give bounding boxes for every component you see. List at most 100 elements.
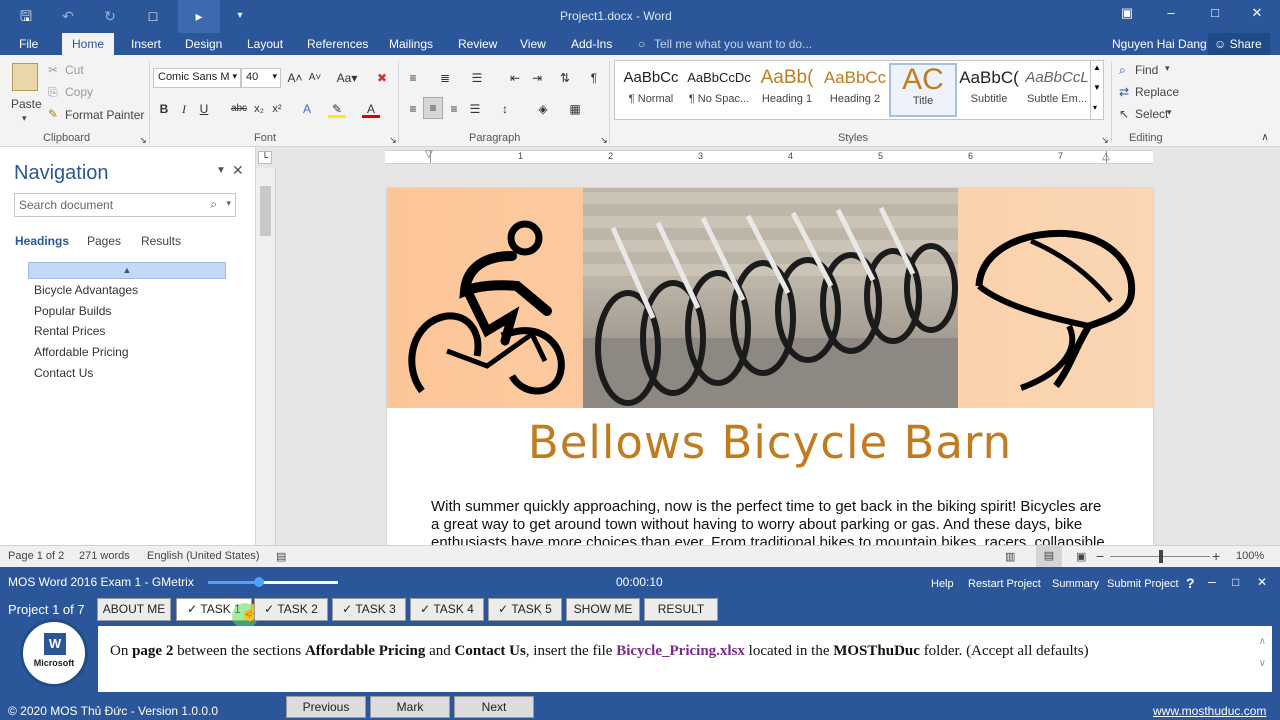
show-marks-icon[interactable]: ¶ xyxy=(585,69,603,87)
decrease-indent-icon[interactable]: ⇤ xyxy=(506,69,524,87)
paste-chevron-icon[interactable]: ▾ xyxy=(22,113,27,124)
font-size-combo[interactable]: 40 ▾ xyxy=(241,68,281,88)
page-count[interactable]: Page 1 of 2 xyxy=(8,550,64,562)
tab-mailings[interactable]: Mailings xyxy=(389,37,433,51)
result-button[interactable]: RESULT xyxy=(644,598,718,621)
close-icon[interactable]: ✕ xyxy=(1257,575,1267,589)
about-me-button[interactable]: ABOUT ME xyxy=(97,598,171,621)
customize-toolbar-icon[interactable]: ▾ xyxy=(230,6,250,26)
tab-references[interactable]: References xyxy=(307,37,368,51)
task-3-button[interactable]: ✓ TASK 3 xyxy=(332,598,406,621)
close-pane-icon[interactable]: ✕ xyxy=(232,162,244,179)
web-layout-icon[interactable]: ▣ xyxy=(1076,550,1086,563)
tab-file[interactable]: File xyxy=(19,37,38,51)
shading-icon[interactable]: ◈ xyxy=(534,100,552,118)
select-button[interactable]: Select xyxy=(1135,107,1168,121)
restart-project-link[interactable]: Restart Project xyxy=(968,578,1041,590)
style-subtitle[interactable]: AaBbC(Subtitle xyxy=(955,63,1023,117)
paste-icon[interactable] xyxy=(12,63,38,91)
maximize-button[interactable]: □ xyxy=(1204,5,1226,25)
style-no-spacing[interactable]: AaBbCcDc ¶ No Spac... xyxy=(685,63,753,117)
numbering-icon[interactable]: ≣ xyxy=(436,69,454,87)
nav-heading-item[interactable]: Rental Prices xyxy=(34,324,105,338)
nav-heading-item[interactable]: Affordable Pricing xyxy=(34,345,129,359)
redo-icon[interactable]: ↻ xyxy=(100,6,120,26)
subscript-icon[interactable]: x₂ xyxy=(250,100,268,118)
nav-tab-headings[interactable]: Headings xyxy=(15,234,69,248)
zoom-slider-thumb[interactable] xyxy=(1159,550,1163,563)
zoom-out-icon[interactable]: − xyxy=(1096,548,1104,564)
copy-button[interactable]: Copy xyxy=(65,85,93,99)
help-link[interactable]: Help xyxy=(931,578,954,590)
submit-project-link[interactable]: Submit Project xyxy=(1107,578,1179,590)
paste-button[interactable]: Paste xyxy=(11,97,42,111)
right-indent-icon[interactable]: △ xyxy=(1102,151,1110,162)
shrink-font-icon[interactable]: A˅ xyxy=(306,69,324,87)
nav-tab-pages[interactable]: Pages xyxy=(87,234,121,248)
summary-link[interactable]: Summary xyxy=(1052,578,1099,590)
align-left-icon[interactable]: ≡ xyxy=(404,100,422,118)
align-center-icon[interactable]: ≡ xyxy=(423,97,443,119)
format-painter-button[interactable]: Format Painter xyxy=(65,108,144,122)
mark-complete-button[interactable]: Mark Complete xyxy=(370,696,450,718)
scroll-down-icon[interactable]: ∨ xyxy=(1259,658,1266,669)
line-spacing-icon[interactable]: ↕ xyxy=(496,100,514,118)
nav-tab-results[interactable]: Results xyxy=(141,234,181,248)
more-styles-icon[interactable]: ▾ xyxy=(1093,103,1097,112)
sort-icon[interactable]: ⇅ xyxy=(556,69,574,87)
pane-options-icon[interactable]: ▼ xyxy=(216,165,226,176)
change-case-icon[interactable]: Aa▾ xyxy=(334,69,360,87)
chevron-down-icon[interactable]: ▾ xyxy=(226,198,231,209)
style-subtle-emphasis[interactable]: AaBbCcL Subtle Em... xyxy=(1023,63,1091,117)
style-heading-1[interactable]: AaBb(Heading 1 xyxy=(753,63,821,117)
heading-highlight[interactable]: ▲ xyxy=(28,262,226,279)
print-layout-icon[interactable]: ▤ xyxy=(1036,546,1062,567)
close-button[interactable]: ✕ xyxy=(1246,5,1268,25)
language-indicator[interactable]: English (United States) xyxy=(147,550,260,562)
task-4-button[interactable]: ✓ TASK 4 xyxy=(410,598,484,621)
indent-marker-icon[interactable]: ▽ xyxy=(425,149,433,160)
scroll-up-icon[interactable]: ▲ xyxy=(1093,63,1101,72)
nav-heading-item[interactable]: Popular Builds xyxy=(34,304,111,318)
align-right-icon[interactable]: ≡ xyxy=(445,100,463,118)
tab-design[interactable]: Design xyxy=(185,37,222,51)
progress-thumb[interactable] xyxy=(254,577,264,587)
superscript-icon[interactable]: x² xyxy=(268,100,286,118)
tab-insert[interactable]: Insert xyxy=(131,37,161,51)
website-link[interactable]: www.mosthuduc.com xyxy=(1153,704,1266,718)
touch-mode-icon[interactable]: ▸ xyxy=(178,0,220,33)
share-button[interactable]: ☺ Share xyxy=(1208,33,1270,55)
underline-icon[interactable]: U xyxy=(195,100,213,118)
highlight-icon[interactable]: ✎ xyxy=(328,100,346,118)
document-page[interactable]: Bellows Bicycle Barn With summer quickly… xyxy=(387,188,1153,545)
help-icon[interactable]: ? xyxy=(1186,575,1195,591)
style-heading-2[interactable]: AaBbCc Heading 2 xyxy=(821,63,889,117)
task-5-button[interactable]: ✓ TASK 5 xyxy=(488,598,562,621)
read-mode-icon[interactable]: ▥ xyxy=(1005,550,1015,563)
tell-me-search[interactable]: Tell me what you want to do... xyxy=(654,37,812,51)
nav-heading-item[interactable]: Contact Us xyxy=(34,366,93,380)
style-normal[interactable]: AaBbCc ¶ Normal xyxy=(617,63,685,117)
zoom-level[interactable]: 100% xyxy=(1236,550,1264,562)
scroll-down-icon[interactable]: ▼ xyxy=(1093,83,1101,92)
ribbon-display-icon[interactable]: ▣ xyxy=(1116,5,1138,25)
horizontal-ruler[interactable]: 1 2 3 4 5 6 7 ▽ △ xyxy=(385,149,1153,164)
borders-icon[interactable]: ▦ xyxy=(566,100,584,118)
task-2-button[interactable]: ✓ TASK 2 xyxy=(254,598,328,621)
text-effects-icon[interactable]: A xyxy=(298,100,316,118)
multilevel-list-icon[interactable]: ☰ xyxy=(468,69,486,87)
tab-view[interactable]: View xyxy=(520,37,546,51)
minimize-icon[interactable]: – xyxy=(1208,573,1216,589)
tab-layout[interactable]: Layout xyxy=(247,37,283,51)
macro-record-icon[interactable]: ▤ xyxy=(276,550,286,563)
tab-addins[interactable]: Add-Ins xyxy=(571,37,612,51)
style-title[interactable]: AC Title xyxy=(889,63,957,117)
collapse-ribbon-icon[interactable]: ∧ xyxy=(1256,129,1274,147)
word-count[interactable]: 271 words xyxy=(79,550,130,562)
save-icon[interactable]: 🖫 xyxy=(16,6,36,26)
bold-icon[interactable]: B xyxy=(155,100,173,118)
cut-button[interactable]: Cut xyxy=(65,63,84,77)
chevron-down-icon[interactable]: ▾ xyxy=(1167,107,1172,118)
font-name-combo[interactable]: Comic Sans M ▾ xyxy=(153,68,241,88)
undo-icon[interactable]: ↶ xyxy=(58,6,78,26)
